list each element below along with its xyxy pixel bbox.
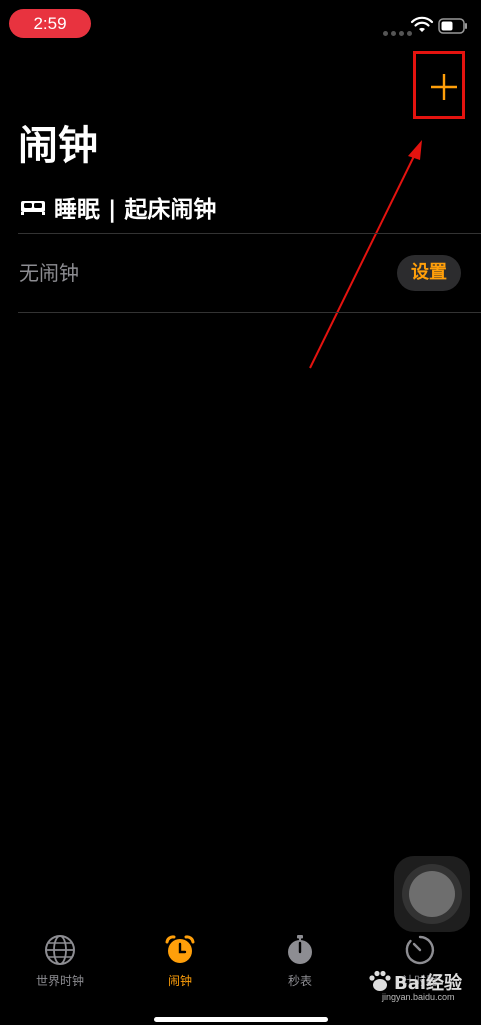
bed-icon [21,201,45,215]
paw-icon [369,970,391,991]
sleep-label: 睡眠 | 起床闹钟 [54,197,217,223]
wifi-icon [410,16,434,32]
annotation-arrow [309,140,422,369]
stopwatch-icon [288,935,312,964]
assistive-touch-button[interactable] [394,856,470,932]
status-time: 2:59 [9,9,91,38]
no-alarm-text: 无闹钟 [19,261,79,285]
divider [18,312,481,313]
globe-icon [45,935,75,965]
tab-label: 世界时钟 [35,974,84,988]
alarm-clock-icon [165,935,195,963]
add-alarm-button[interactable] [425,68,463,106]
tab-world-clock[interactable]: 世界时钟 [0,934,120,994]
sleep-wake-header: 睡眠 | 起床闹钟 [20,190,216,224]
tab-label: 秒表 [287,974,312,988]
tab-label: 闹钟 [167,974,192,988]
tab-stopwatch[interactable]: 秒表 [240,934,360,994]
watermark-url: jingyan.baidu.com [382,992,455,1002]
tab-alarm[interactable]: 闹钟 [120,934,240,994]
battery-icon [438,18,467,34]
divider [18,233,481,234]
timer-icon [405,935,435,965]
page-title: 闹钟 [18,123,98,169]
sleep-settings-button[interactable]: 设置 [397,255,461,291]
home-indicator[interactable] [154,1017,328,1022]
baidu-watermark: Bai经验 jingyan.baidu.com [366,965,478,1005]
